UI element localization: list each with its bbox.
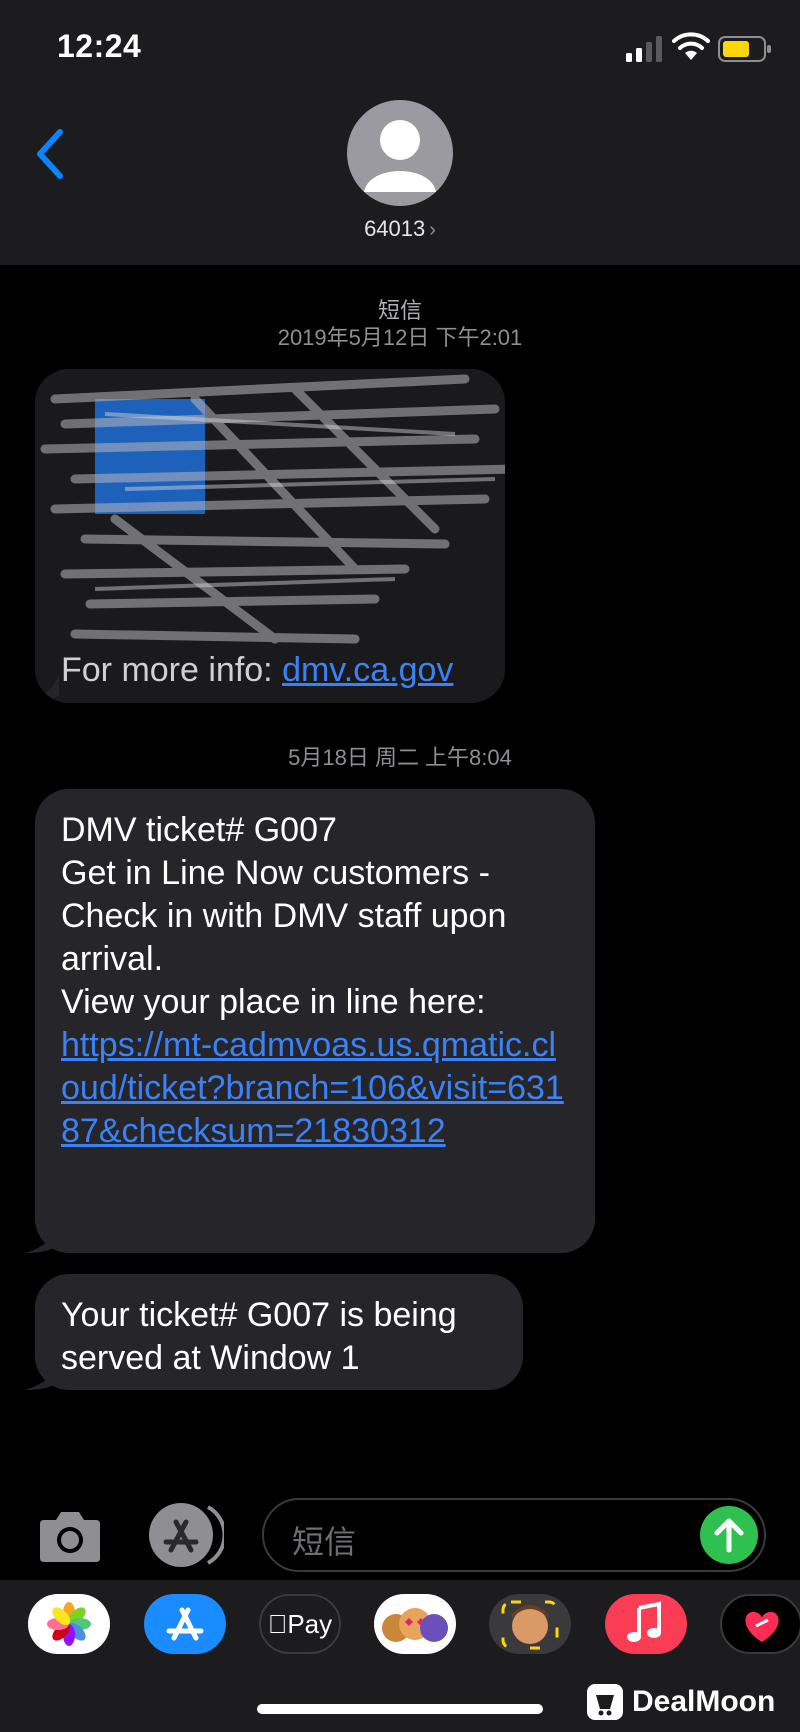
status-time: 12:24 [57, 28, 142, 64]
message-bubble-3[interactable]: Your ticket# G007 is being served at Win… [25, 1274, 523, 1390]
message-1-text: For more info: dmv.ca.gov [61, 651, 454, 689]
contact-avatar-icon[interactable] [347, 100, 453, 206]
app-store-apps-icon[interactable] [148, 1502, 224, 1568]
message-2-line-5: View your place in line here: [61, 983, 486, 1021]
dmv-link[interactable]: dmv.ca.gov [282, 651, 453, 689]
back-chevron-icon[interactable] [32, 128, 72, 180]
wifi-icon [672, 32, 710, 60]
photos-icon[interactable] [28, 1594, 110, 1654]
dealmoon-logo-icon [587, 1684, 623, 1720]
send-button[interactable] [700, 1506, 758, 1564]
cellular-signal-icon [626, 36, 662, 62]
message-2-line-3: Check in with DMV staff upon [61, 897, 507, 935]
timestamp-2: 5月18日 周二 上午8:04 [288, 745, 512, 770]
apple-pay-label: Pay [277, 1609, 332, 1639]
timestamp-1: 2019年5月12日 下午2:01 [277, 325, 523, 350]
input-placeholder: 短信 [292, 1524, 357, 1560]
qmatic-ticket-link[interactable]: https://mt-cadmvoas.us.qmatic.cloud/tick… [61, 1024, 569, 1153]
watermark-text: DealMoon [632, 1685, 776, 1718]
app-store-icon[interactable] [144, 1594, 226, 1654]
contact-number: 64013 [364, 216, 426, 241]
message-2-line-1: DMV ticket# G007 [61, 811, 337, 849]
bubble-tail [25, 1360, 59, 1390]
arrow-up-icon [714, 1518, 744, 1553]
conversation-header: 12:24 64013 › [0, 0, 800, 265]
dealmoon-watermark: DealMoon [586, 1680, 775, 1724]
message-2-line-2: Get in Line Now customers - [61, 854, 490, 892]
home-indicator[interactable] [257, 1704, 543, 1714]
contact-name[interactable]: 64013 › [0, 216, 800, 242]
imessage-app-tray: Pay [0, 1580, 800, 1732]
memoji-icon[interactable] [489, 1594, 571, 1654]
apple-logo-icon:  [268, 1609, 288, 1639]
memoji-stickers-icon[interactable] [374, 1594, 456, 1654]
message-3-line-2: served at Window 1 [61, 1339, 360, 1377]
apple-pay-icon[interactable]: Pay [259, 1594, 341, 1654]
message-input[interactable]: 短信 [262, 1498, 766, 1572]
message-bubble-1[interactable]: For more info: dmv.ca.gov [35, 369, 505, 703]
message-2-line-4: arrival. [61, 940, 164, 978]
message-bubble-2[interactable]: DMV ticket# G007 Get in Line Now custome… [25, 789, 595, 1253]
message-3-line-1: Your ticket# G007 is being [61, 1296, 457, 1334]
fitness-icon[interactable] [720, 1594, 800, 1654]
bubble-tail [35, 673, 59, 703]
music-icon[interactable] [605, 1594, 687, 1654]
camera-icon[interactable] [36, 1510, 104, 1564]
chevron-right-icon: › [429, 219, 436, 241]
battery-icon [718, 36, 771, 62]
bubble-tail [25, 1223, 59, 1253]
